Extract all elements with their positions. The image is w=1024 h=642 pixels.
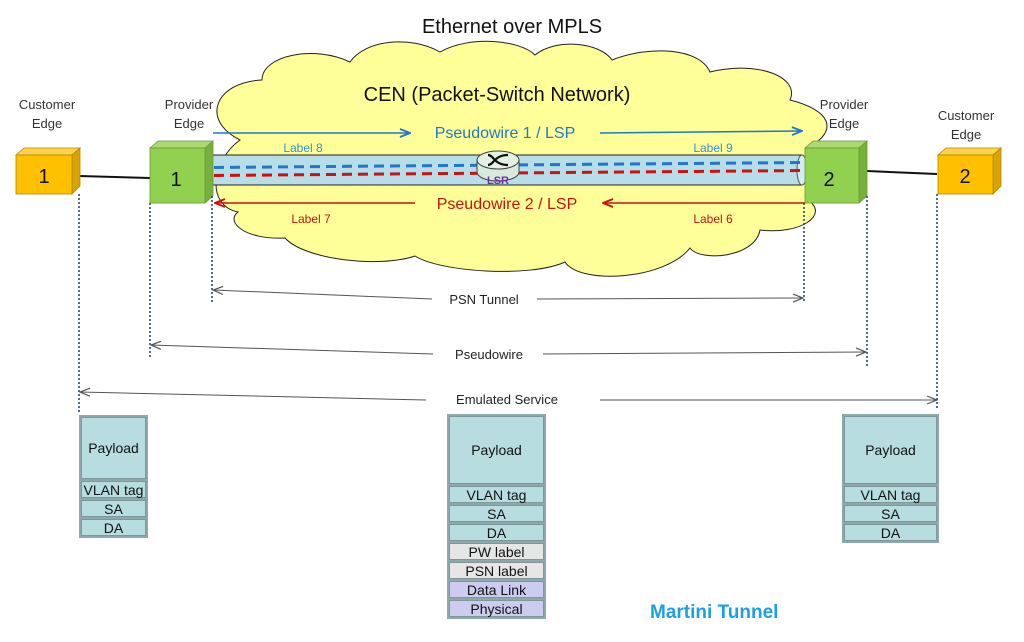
lsr-label: LSR <box>487 175 509 187</box>
customer-edge-1-label-line2: Edge <box>32 116 62 131</box>
pseudowire-span-arrow-left <box>151 345 434 355</box>
emulated-service-arrow-left <box>80 392 427 401</box>
provider-edge-2[interactable]: 2 <box>803 140 869 204</box>
stack-cell-payload: Payload <box>449 416 544 484</box>
stack-cell-payload: Payload <box>844 416 937 484</box>
provider-edge-1-label-line1: Provider <box>165 97 214 112</box>
packet-stack-center: Payload VLAN tag SA DA PW label PSN labe… <box>447 414 546 619</box>
footer-title: Martini Tunnel <box>650 602 779 623</box>
provider-edge-1[interactable]: 1 <box>148 140 215 204</box>
pseudowire-span-label: Pseudowire <box>455 347 523 362</box>
customer-edge-2[interactable]: 2 <box>936 147 1003 195</box>
pseudowire-1-label: Pseudowire 1 / LSP <box>435 125 576 142</box>
stack-cell-data-link: Data Link <box>449 581 544 598</box>
stack-cell-vlan-tag: VLAN tag <box>844 486 937 503</box>
psn-tunnel-label: PSN Tunnel <box>449 292 518 307</box>
customer-edge-1-label-line1: Customer <box>19 97 76 112</box>
stack-cell-physical: Physical <box>449 600 544 617</box>
pseudowire-2-label-in: Label 6 <box>693 212 733 226</box>
stack-cell-da: DA <box>449 524 544 541</box>
pseudowire-2-label-out: Label 7 <box>291 212 331 226</box>
stack-cell-psn-label: PSN label <box>449 562 544 579</box>
provider-edge-2-label-line2: Edge <box>829 116 859 131</box>
stack-cell-vlan-tag: VLAN tag <box>449 486 544 503</box>
pseudowire-span-arrow-right <box>542 352 866 354</box>
psn-tunnel-arrow-right <box>536 298 803 299</box>
pseudowire-1-label-in: Label 8 <box>283 141 323 155</box>
provider-edge-1-label-line2: Edge <box>174 116 204 131</box>
link-ce1-pe1 <box>78 175 151 179</box>
pseudowire-2-label: Pseudowire 2 / LSP <box>437 196 578 213</box>
stack-cell-pw-label: PW label <box>449 543 544 560</box>
customer-edge-2-label-line1: Customer <box>938 108 995 123</box>
stack-cell-da: DA <box>81 519 146 536</box>
provider-edge-2-number: 2 <box>823 169 834 191</box>
pseudowire-1-label-out: Label 9 <box>693 141 733 155</box>
stack-cell-sa: SA <box>81 500 146 517</box>
cloud-label: CEN (Packet-Switch Network) <box>364 84 631 106</box>
stack-cell-da: DA <box>844 524 937 541</box>
customer-edge-1-number: 1 <box>38 166 49 188</box>
provider-edge-1-number: 1 <box>170 169 181 191</box>
diagram-title: Ethernet over MPLS <box>422 16 602 38</box>
stack-cell-sa: SA <box>844 505 937 522</box>
psn-tunnel-arrow-left <box>213 290 433 300</box>
customer-edge-2-number: 2 <box>959 166 970 188</box>
stack-cell-payload: Payload <box>81 417 146 479</box>
customer-edge-1[interactable]: 1 <box>14 147 82 195</box>
customer-edge-2-label-line2: Edge <box>951 127 981 142</box>
stack-cell-vlan-tag: VLAN tag <box>81 481 146 498</box>
emulated-service-label: Emulated Service <box>456 392 558 407</box>
packet-stack-right: Payload VLAN tag SA DA <box>842 414 939 543</box>
link-pe2-ce2 <box>866 170 938 175</box>
packet-stack-left: Payload VLAN tag SA DA <box>79 415 148 538</box>
stack-cell-sa: SA <box>449 505 544 522</box>
provider-edge-2-label-line1: Provider <box>820 97 869 112</box>
